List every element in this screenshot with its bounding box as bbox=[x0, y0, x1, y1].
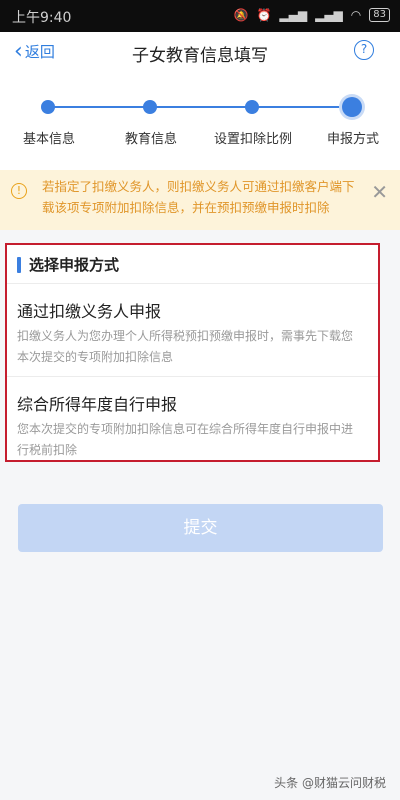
step-dot-3 bbox=[245, 100, 259, 114]
step-label-3: 设置扣除比例 bbox=[213, 132, 292, 147]
alarm-icon: ⏰ bbox=[256, 8, 272, 22]
declaration-method-card: 选择申报方式 通过扣缴义务人申报 扣缴义务人为您办理个人所得税预扣预缴申报时，需… bbox=[5, 243, 380, 462]
section-header: 选择申报方式 bbox=[17, 254, 119, 275]
wifi-icon: ◠ bbox=[350, 8, 362, 22]
mute-icon: 🔕 bbox=[233, 8, 249, 22]
step-dot-1 bbox=[41, 100, 55, 114]
option-title: 通过扣缴义务人申报 bbox=[17, 302, 162, 321]
page-title: 子女教育信息填写 bbox=[132, 46, 268, 66]
status-bar: 上午9:40 🔕 ⏰ ▂▄▆ ▂▄▆ ◠ 83 bbox=[0, 0, 400, 32]
option-withholding-agent[interactable]: 通过扣缴义务人申报 扣缴义务人为您办理个人所得税预扣预缴申报时，需事先下载您本次… bbox=[17, 298, 357, 368]
option-annual-self-declaration[interactable]: 综合所得年度自行申报 您本次提交的专项附加扣除信息可在综合所得年度自行申报中进行… bbox=[17, 391, 357, 461]
section-accent-bar bbox=[17, 256, 21, 273]
notice-banner: ! 若指定了扣缴义务人，则扣缴义务人可通过扣缴客户端下载该项专项附加扣除信息，并… bbox=[0, 170, 400, 230]
watermark: 头条 @财猫云问财税 bbox=[274, 776, 386, 790]
nav-bar: ‹ 返回 子女教育信息填写 ? bbox=[0, 32, 400, 72]
status-icons: 🔕 ⏰ ▂▄▆ ▂▄▆ ◠ 83 bbox=[233, 8, 390, 22]
step-dot-2 bbox=[143, 100, 157, 114]
signal-icon-2: ▂▄▆ bbox=[315, 8, 343, 22]
close-icon[interactable]: ✕ bbox=[371, 180, 388, 204]
option-desc: 您本次提交的专项附加扣除信息可在综合所得年度自行申报中进行税前扣除 bbox=[17, 422, 354, 457]
submit-button[interactable]: 提交 bbox=[18, 504, 383, 552]
status-time: 上午9:40 bbox=[12, 10, 72, 26]
option-desc: 扣缴义务人为您办理个人所得税预扣预缴申报时，需事先下载您本次提交的专项附加扣除信… bbox=[17, 329, 354, 364]
step-label-1: 基本信息 bbox=[22, 132, 75, 147]
progress-line bbox=[48, 106, 351, 108]
divider bbox=[7, 283, 378, 284]
battery-icon: 83 bbox=[369, 8, 390, 22]
step-dot-4 bbox=[342, 97, 362, 117]
divider bbox=[7, 376, 378, 377]
step-label-2: 教育信息 bbox=[124, 132, 177, 147]
progress-steps: 基本信息 教育信息 设置扣除比例 申报方式 bbox=[0, 72, 400, 170]
help-icon[interactable]: ? bbox=[354, 40, 374, 60]
option-title: 综合所得年度自行申报 bbox=[17, 395, 178, 414]
warning-icon: ! bbox=[11, 183, 27, 199]
step-label-4: 申报方式 bbox=[326, 132, 379, 147]
section-title: 选择申报方式 bbox=[29, 256, 120, 274]
notice-text: 若指定了扣缴义务人，则扣缴义务人可通过扣缴客户端下载该项专项附加扣除信息，并在预… bbox=[42, 179, 355, 215]
signal-icon: ▂▄▆ bbox=[279, 8, 308, 22]
